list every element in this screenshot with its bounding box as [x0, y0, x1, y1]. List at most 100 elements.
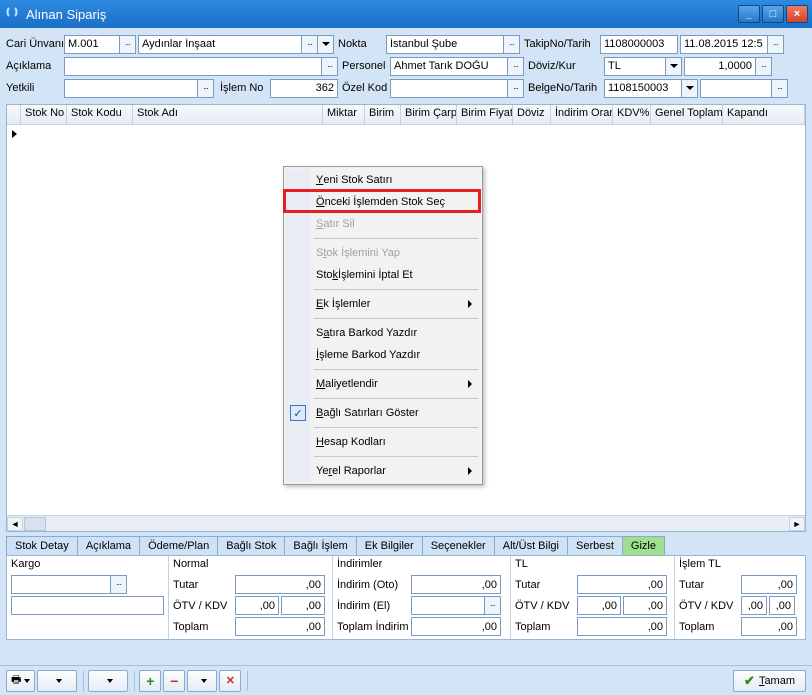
grid-header-kapandi[interactable]: Kapandı: [723, 105, 805, 124]
toplam-indirim-input[interactable]: [411, 617, 501, 636]
belge-tarih-input[interactable]: [700, 79, 772, 98]
footer-dropdown-3[interactable]: [88, 670, 128, 692]
scroll-thumb[interactable]: [24, 517, 46, 531]
yetkili-input[interactable]: [64, 79, 198, 98]
islem-no-input[interactable]: [270, 79, 338, 98]
x-icon: ✕: [226, 674, 235, 687]
takip-no-input[interactable]: [600, 35, 678, 54]
grid-header-birimfiyat[interactable]: Birim Fiyat: [457, 105, 513, 124]
tab-gizle[interactable]: Gizle: [622, 536, 665, 555]
islemtl-kdv-input[interactable]: [769, 596, 795, 615]
context-menu-item[interactable]: Ek İşlemler: [286, 293, 480, 315]
cari-code-picker[interactable]: ···: [120, 35, 136, 54]
grid-header-stokno[interactable]: Stok No: [21, 105, 67, 124]
tab-balilem[interactable]: Bağlı İşlem: [284, 536, 356, 555]
takip-label: TakipNo/Tarih: [524, 38, 600, 50]
indirimler-header: İndirimler: [337, 558, 506, 574]
add-button[interactable]: +: [139, 670, 161, 692]
delete-button[interactable]: ✕: [219, 670, 241, 692]
scroll-left-button[interactable]: ◄: [7, 517, 23, 531]
tab-ekbilgiler[interactable]: Ek Bilgiler: [356, 536, 423, 555]
grid-header-birim[interactable]: Birim: [365, 105, 401, 124]
kur-input[interactable]: [684, 57, 756, 76]
nokta-input[interactable]: [386, 35, 504, 54]
yetkili-picker[interactable]: ···: [198, 79, 214, 98]
doviz-input[interactable]: [604, 57, 666, 76]
normal-tutar-input[interactable]: [235, 575, 325, 594]
context-menu-item[interactable]: Önceki İşlemden Stok Seç: [286, 191, 480, 213]
grid-header-selector[interactable]: [7, 105, 21, 124]
personel-picker[interactable]: ···: [508, 57, 524, 76]
grid-header-geneltoplam[interactable]: Genel Toplam: [651, 105, 723, 124]
tl-kdv-input[interactable]: [623, 596, 667, 615]
aciklama-picker[interactable]: ···: [322, 57, 338, 76]
remove-button[interactable]: −: [163, 670, 185, 692]
belge-no-dropdown[interactable]: [682, 79, 698, 98]
context-menu-item[interactable]: İşleme Barkod Yazdır: [286, 344, 480, 366]
context-menu-item[interactable]: Maliyetlendir: [286, 373, 480, 395]
grid-header-indirimoran[interactable]: İndirim Oran: [551, 105, 613, 124]
context-menu-item[interactable]: Hesap Kodları: [286, 431, 480, 453]
personel-input[interactable]: [390, 57, 508, 76]
context-menu-item[interactable]: Bağlı Satırları Göster✓: [286, 402, 480, 424]
aciklama-input[interactable]: [64, 57, 322, 76]
grid-header-kdv[interactable]: KDV%: [613, 105, 651, 124]
tab-seenekler[interactable]: Seçenekler: [422, 536, 495, 555]
close-button[interactable]: ×: [786, 5, 808, 23]
tl-tutar-input[interactable]: [577, 575, 667, 594]
footer-dropdown-2[interactable]: [37, 670, 77, 692]
scroll-right-button[interactable]: ►: [789, 517, 805, 531]
grid-header-doviz[interactable]: Döviz: [513, 105, 551, 124]
indirim-el-picker[interactable]: ···: [485, 596, 501, 615]
normal-kdv-input[interactable]: [281, 596, 325, 615]
kargo-picker[interactable]: ···: [111, 575, 127, 594]
islemtl-otv-input[interactable]: [741, 596, 767, 615]
normal-toplam-input[interactable]: [235, 617, 325, 636]
ozel-kod-input[interactable]: [390, 79, 508, 98]
minimize-button[interactable]: _: [738, 5, 760, 23]
grid-header-birimcarp[interactable]: Birim Çarp: [401, 105, 457, 124]
footer-dropdown-4[interactable]: [187, 670, 217, 692]
grid-header-stokkodu[interactable]: Stok Kodu: [67, 105, 133, 124]
grid-header-miktar[interactable]: Miktar: [323, 105, 365, 124]
tab-serbest[interactable]: Serbest: [567, 536, 623, 555]
nokta-picker[interactable]: ···: [504, 35, 520, 54]
tab-stokdetay[interactable]: Stok Detay: [6, 536, 78, 555]
tl-otv-input[interactable]: [577, 596, 621, 615]
context-menu-item[interactable]: Yerel Raporlar: [286, 460, 480, 482]
normal-otv-input[interactable]: [235, 596, 279, 615]
belge-tarih-picker[interactable]: ···: [772, 79, 788, 98]
tab-altstbilgi[interactable]: Alt/Üst Bilgi: [494, 536, 568, 555]
cari-name-picker[interactable]: ···: [302, 35, 318, 54]
grid-hscroll[interactable]: ◄ ►: [7, 515, 805, 531]
islemtl-tutar-input[interactable]: [741, 575, 797, 594]
islemtl-otvkdv-label: ÖTV / KDV: [679, 600, 741, 612]
kur-picker[interactable]: ···: [756, 57, 772, 76]
cari-code-input[interactable]: [64, 35, 120, 54]
context-menu-item[interactable]: Satıra Barkod Yazdır: [286, 322, 480, 344]
islemtl-toplam-input[interactable]: [741, 617, 797, 636]
maximize-button[interactable]: □: [762, 5, 784, 23]
indirim-el-input[interactable]: [411, 596, 485, 615]
kargo-input-1[interactable]: [11, 575, 111, 594]
indirim-oto-input[interactable]: [411, 575, 501, 594]
grid-header-stokadi[interactable]: Stok Adı: [133, 105, 323, 124]
tab-aklama[interactable]: Açıklama: [77, 536, 140, 555]
takip-tarih-picker[interactable]: ···: [768, 35, 784, 54]
tamam-button[interactable]: ✔TTamamamam: [733, 670, 806, 692]
cari-name-dropdown[interactable]: [318, 35, 334, 54]
belge-no-input[interactable]: [604, 79, 682, 98]
doviz-dropdown[interactable]: [666, 57, 682, 76]
print-button[interactable]: 🖶: [6, 670, 35, 692]
context-menu-item[interactable]: Yeni Stok Satırı: [286, 169, 480, 191]
takip-tarih-input[interactable]: [680, 35, 768, 54]
context-menu-item[interactable]: Stok İşlemini İptal Et: [286, 264, 480, 286]
tl-tutar-label: Tutar: [515, 579, 577, 591]
cari-name-input[interactable]: [138, 35, 302, 54]
tab-balstok[interactable]: Bağlı Stok: [217, 536, 285, 555]
ozel-kod-picker[interactable]: ···: [508, 79, 524, 98]
context-menu-separator: [314, 369, 478, 370]
tab-demeplan[interactable]: Ödeme/Plan: [139, 536, 218, 555]
tl-toplam-input[interactable]: [577, 617, 667, 636]
kargo-input-2[interactable]: [11, 596, 164, 615]
